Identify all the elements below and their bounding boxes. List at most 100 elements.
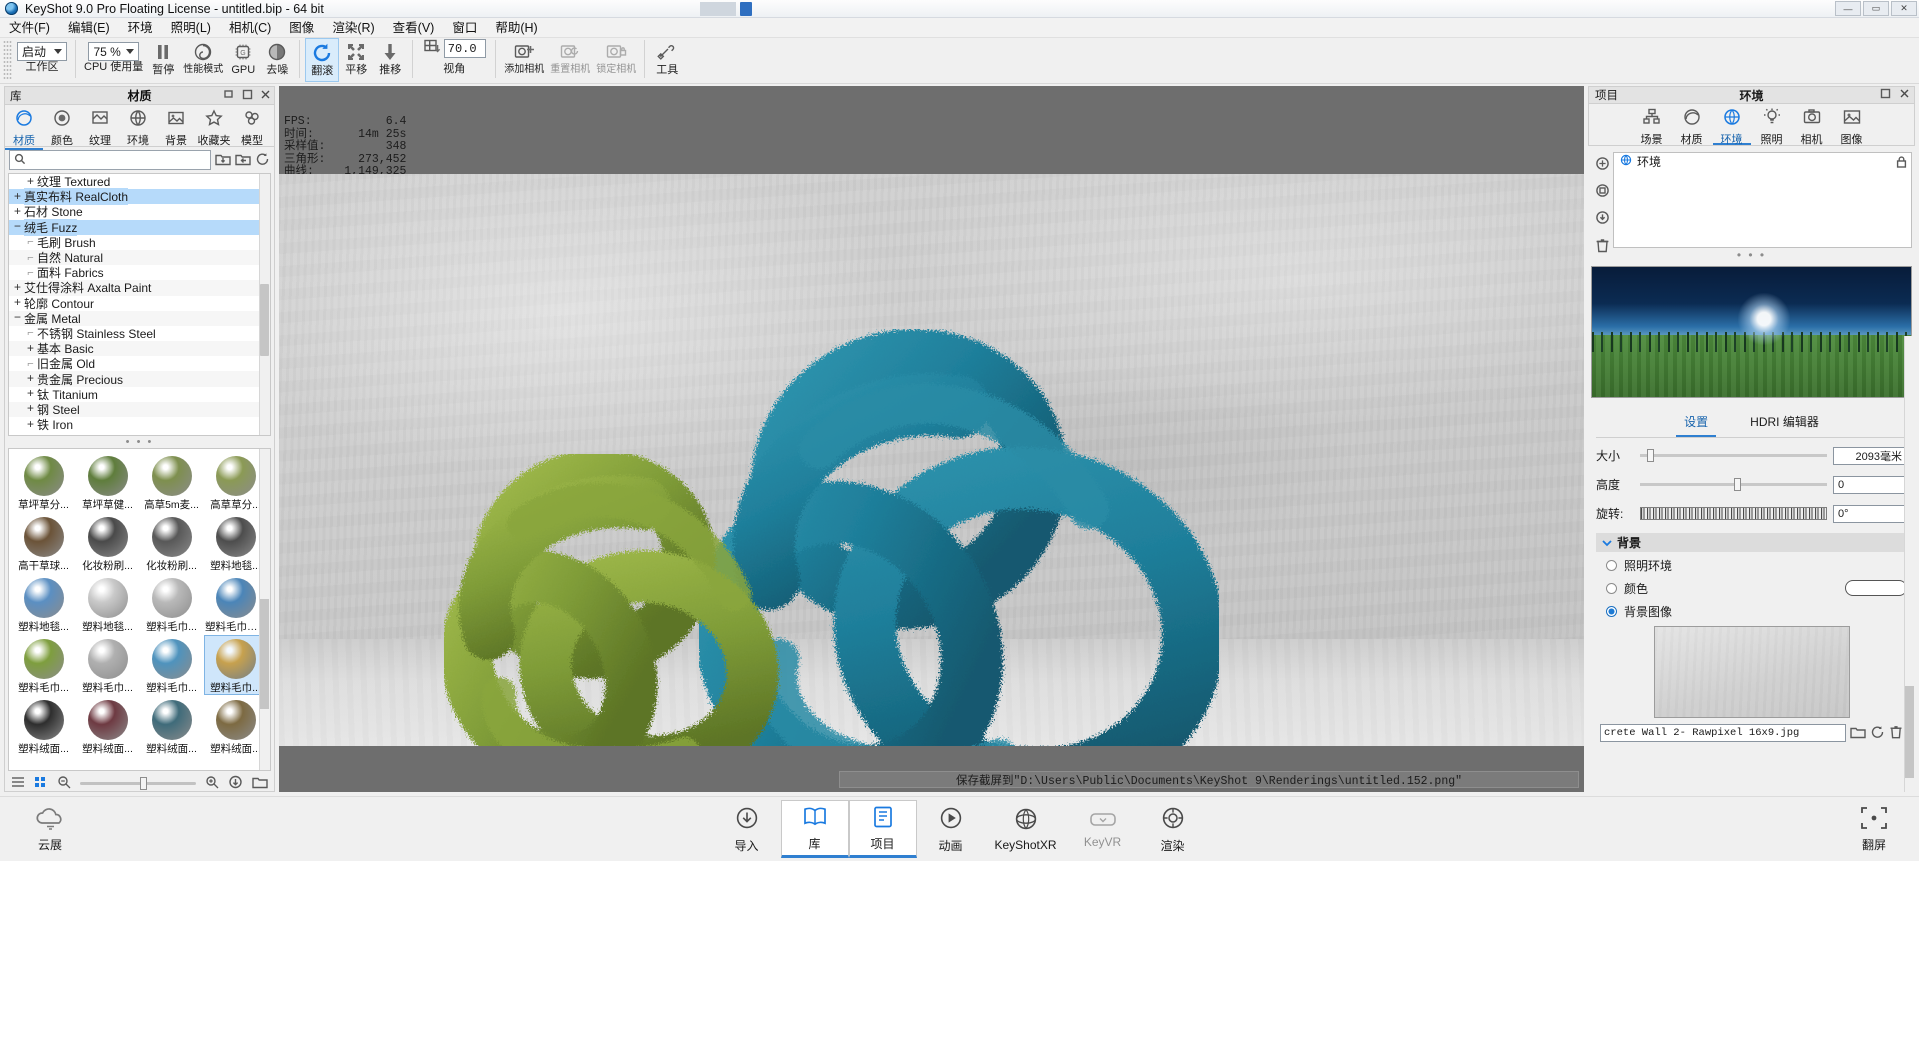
background-image-path[interactable]: crete Wall 2- Rawpixel 16x9.jpg xyxy=(1600,724,1846,742)
perspective-value[interactable]: 70.0 xyxy=(443,39,486,58)
tree-expander[interactable]: + xyxy=(11,296,24,310)
project-panel-scrollbar[interactable] xyxy=(1904,336,1915,792)
tree-row[interactable]: ⌐ 旧金属 Old xyxy=(9,356,270,371)
tree-row[interactable]: ⌐ 不锈钢 Stainless Steel xyxy=(9,326,270,341)
tree-row[interactable]: + 纹理 Textured xyxy=(9,174,270,190)
material-thumbnail[interactable]: 塑料地毯... xyxy=(205,514,266,572)
library-tab-colors[interactable]: 颜色 xyxy=(43,105,81,148)
pan-tool-button[interactable]: 平移 xyxy=(339,38,373,82)
menu-file[interactable]: 文件(F) xyxy=(0,18,59,38)
material-thumbnail[interactable]: 塑料毛巾... xyxy=(13,636,74,694)
lock-camera-button[interactable]: 锁定相机 xyxy=(593,38,639,82)
tree-expander[interactable]: + xyxy=(24,175,37,189)
material-thumbnail[interactable]: 塑料绒面... xyxy=(205,697,266,755)
save-icon[interactable] xyxy=(1595,210,1610,228)
search-input[interactable] xyxy=(30,153,206,167)
material-thumbnail[interactable]: 高草草分... xyxy=(205,453,266,511)
pause-button[interactable]: 暂停 xyxy=(146,38,180,82)
material-thumbnail[interactable]: 草坪草分... xyxy=(13,453,74,511)
tree-row[interactable]: + 基本 Basic xyxy=(9,341,270,357)
library-tab-favorites[interactable]: 收藏夹 xyxy=(195,105,233,148)
project-tab-image[interactable]: 图像 xyxy=(1833,104,1871,146)
background-option-color[interactable]: 颜色 xyxy=(1596,578,1907,598)
project-panel-scroll-thumb[interactable] xyxy=(1905,686,1914,778)
tree-row[interactable]: + 艾仕得涂料 Axalta Paint xyxy=(9,280,270,296)
rotation-strip[interactable] xyxy=(1640,507,1827,520)
copy-icon[interactable] xyxy=(1595,183,1610,201)
project-tab-material[interactable]: 材质 xyxy=(1673,104,1711,146)
maximize-button[interactable]: ▭ xyxy=(1863,1,1889,16)
zoom-in-icon[interactable] xyxy=(205,775,219,792)
library-tab-textures[interactable]: 纹理 xyxy=(81,105,119,148)
minimize-button[interactable]: — xyxy=(1835,1,1861,16)
float-icon[interactable] xyxy=(1880,88,1891,102)
menu-camera[interactable]: 相机(C) xyxy=(220,18,280,38)
green-trefoil-knot[interactable] xyxy=(444,454,784,746)
project-tab-environment[interactable]: 环境 xyxy=(1712,104,1751,146)
material-thumbnail[interactable]: 塑料绒面... xyxy=(13,697,74,755)
background-section-header[interactable]: 背景 xyxy=(1596,533,1907,552)
material-thumbnail[interactable]: 草坪草健... xyxy=(77,453,138,511)
toolbar-grip[interactable] xyxy=(3,40,12,80)
menu-edit[interactable]: 编辑(E) xyxy=(59,18,119,38)
add-camera-button[interactable]: 添加相机 xyxy=(501,38,547,82)
performance-mode-button[interactable]: 性能模式 xyxy=(180,38,226,82)
menu-image[interactable]: 图像 xyxy=(280,18,323,38)
dock-animation-button[interactable]: 动画 xyxy=(917,800,985,858)
menu-window[interactable]: 窗口 xyxy=(443,18,486,38)
size-value[interactable]: 2093毫米 xyxy=(1833,446,1907,465)
project-tab-camera[interactable]: 相机 xyxy=(1793,104,1831,146)
add-icon[interactable] xyxy=(1595,156,1610,174)
tree-expander[interactable]: + xyxy=(24,418,37,432)
background-option-lighting-environment[interactable]: 照明环境 xyxy=(1596,555,1907,575)
dock-keyshotxr-button[interactable]: KeyShotXR xyxy=(985,800,1067,858)
tree-expander[interactable]: + xyxy=(11,281,24,295)
library-tab-models[interactable]: 模型 xyxy=(233,105,271,148)
environment-splitter-grip[interactable]: • • • xyxy=(1588,248,1915,262)
rendered-image[interactable] xyxy=(279,174,1584,746)
render-viewport[interactable]: FPS: 6.4 时间: 14m 25s 采样值: 348 三角形: 273,452 曲线: 1,… xyxy=(279,86,1584,792)
cpu-usage-selector[interactable]: 75 % CPU 使用量 xyxy=(81,38,146,82)
lock-icon[interactable] xyxy=(1896,156,1907,171)
tree-expander[interactable]: + xyxy=(11,205,24,219)
delete-icon[interactable] xyxy=(1889,724,1903,742)
material-thumbnail[interactable]: 塑料毛巾... xyxy=(77,636,138,694)
material-category-tree[interactable]: + 纹理 Textured + 真实布料 RealCloth + 石材 Stone − 绒毛 … xyxy=(8,173,271,436)
tree-row[interactable]: ⌐ 面料 Fabrics xyxy=(9,265,270,280)
reset-camera-button[interactable]: 重置相机 xyxy=(547,38,593,82)
dock-project-button[interactable]: 项目 xyxy=(848,800,917,858)
folder-icon[interactable] xyxy=(252,775,268,792)
open-folder-icon[interactable] xyxy=(235,152,251,169)
project-tab-scene[interactable]: 场景 xyxy=(1633,104,1671,146)
close-icon[interactable] xyxy=(1899,88,1910,102)
material-thumbnail[interactable]: 塑料地毯... xyxy=(77,575,138,633)
tab-hdri-editor[interactable]: HDRI 编辑器 xyxy=(1742,410,1827,437)
perspective-control[interactable]: 70.0 视角 xyxy=(418,38,490,82)
tree-expander[interactable]: + xyxy=(24,342,37,356)
menu-help[interactable]: 帮助(H) xyxy=(486,18,546,38)
rotation-value[interactable]: 0° xyxy=(1833,504,1907,523)
background-image-preview[interactable] xyxy=(1653,626,1850,718)
refresh-icon[interactable] xyxy=(1870,725,1885,742)
thumbnail-scrollbar[interactable] xyxy=(259,449,270,770)
tree-row[interactable]: + 真实布料 RealCloth xyxy=(9,188,270,206)
material-thumbnail-grid[interactable]: 草坪草分... 草坪草健... 高草5m麦... 高草草分... 高干草球... 化妆粉刷… xyxy=(8,448,271,771)
material-thumbnail[interactable]: 塑料毛巾... xyxy=(141,575,202,633)
project-tab-lighting[interactable]: 照明 xyxy=(1753,104,1791,146)
dolly-tool-button[interactable]: 推移 xyxy=(373,38,407,82)
gpu-button[interactable]: G GPU xyxy=(226,38,260,82)
tree-row[interactable]: + 钢 Steel xyxy=(9,401,270,417)
menu-view[interactable]: 查看(V) xyxy=(384,18,444,38)
library-tab-environments[interactable]: 环境 xyxy=(119,105,157,148)
window-controls[interactable]: — ▭ ✕ xyxy=(1835,1,1917,16)
fullscreen-button[interactable]: 翻屏 xyxy=(1843,805,1905,853)
material-thumbnail[interactable]: 化妆粉刷... xyxy=(77,514,138,572)
tree-expander[interactable]: − xyxy=(11,311,24,325)
menu-lighting[interactable]: 照明(L) xyxy=(162,18,220,38)
environment-list-item[interactable]: 环境 xyxy=(1614,153,1911,170)
material-thumbnail[interactable]: 高草5m麦... xyxy=(141,453,202,511)
tree-expander[interactable]: + xyxy=(24,387,37,401)
library-tab-materials[interactable]: 材质 xyxy=(5,105,43,150)
height-value[interactable]: 0 xyxy=(1833,475,1907,494)
tree-expander[interactable]: − xyxy=(11,220,24,234)
